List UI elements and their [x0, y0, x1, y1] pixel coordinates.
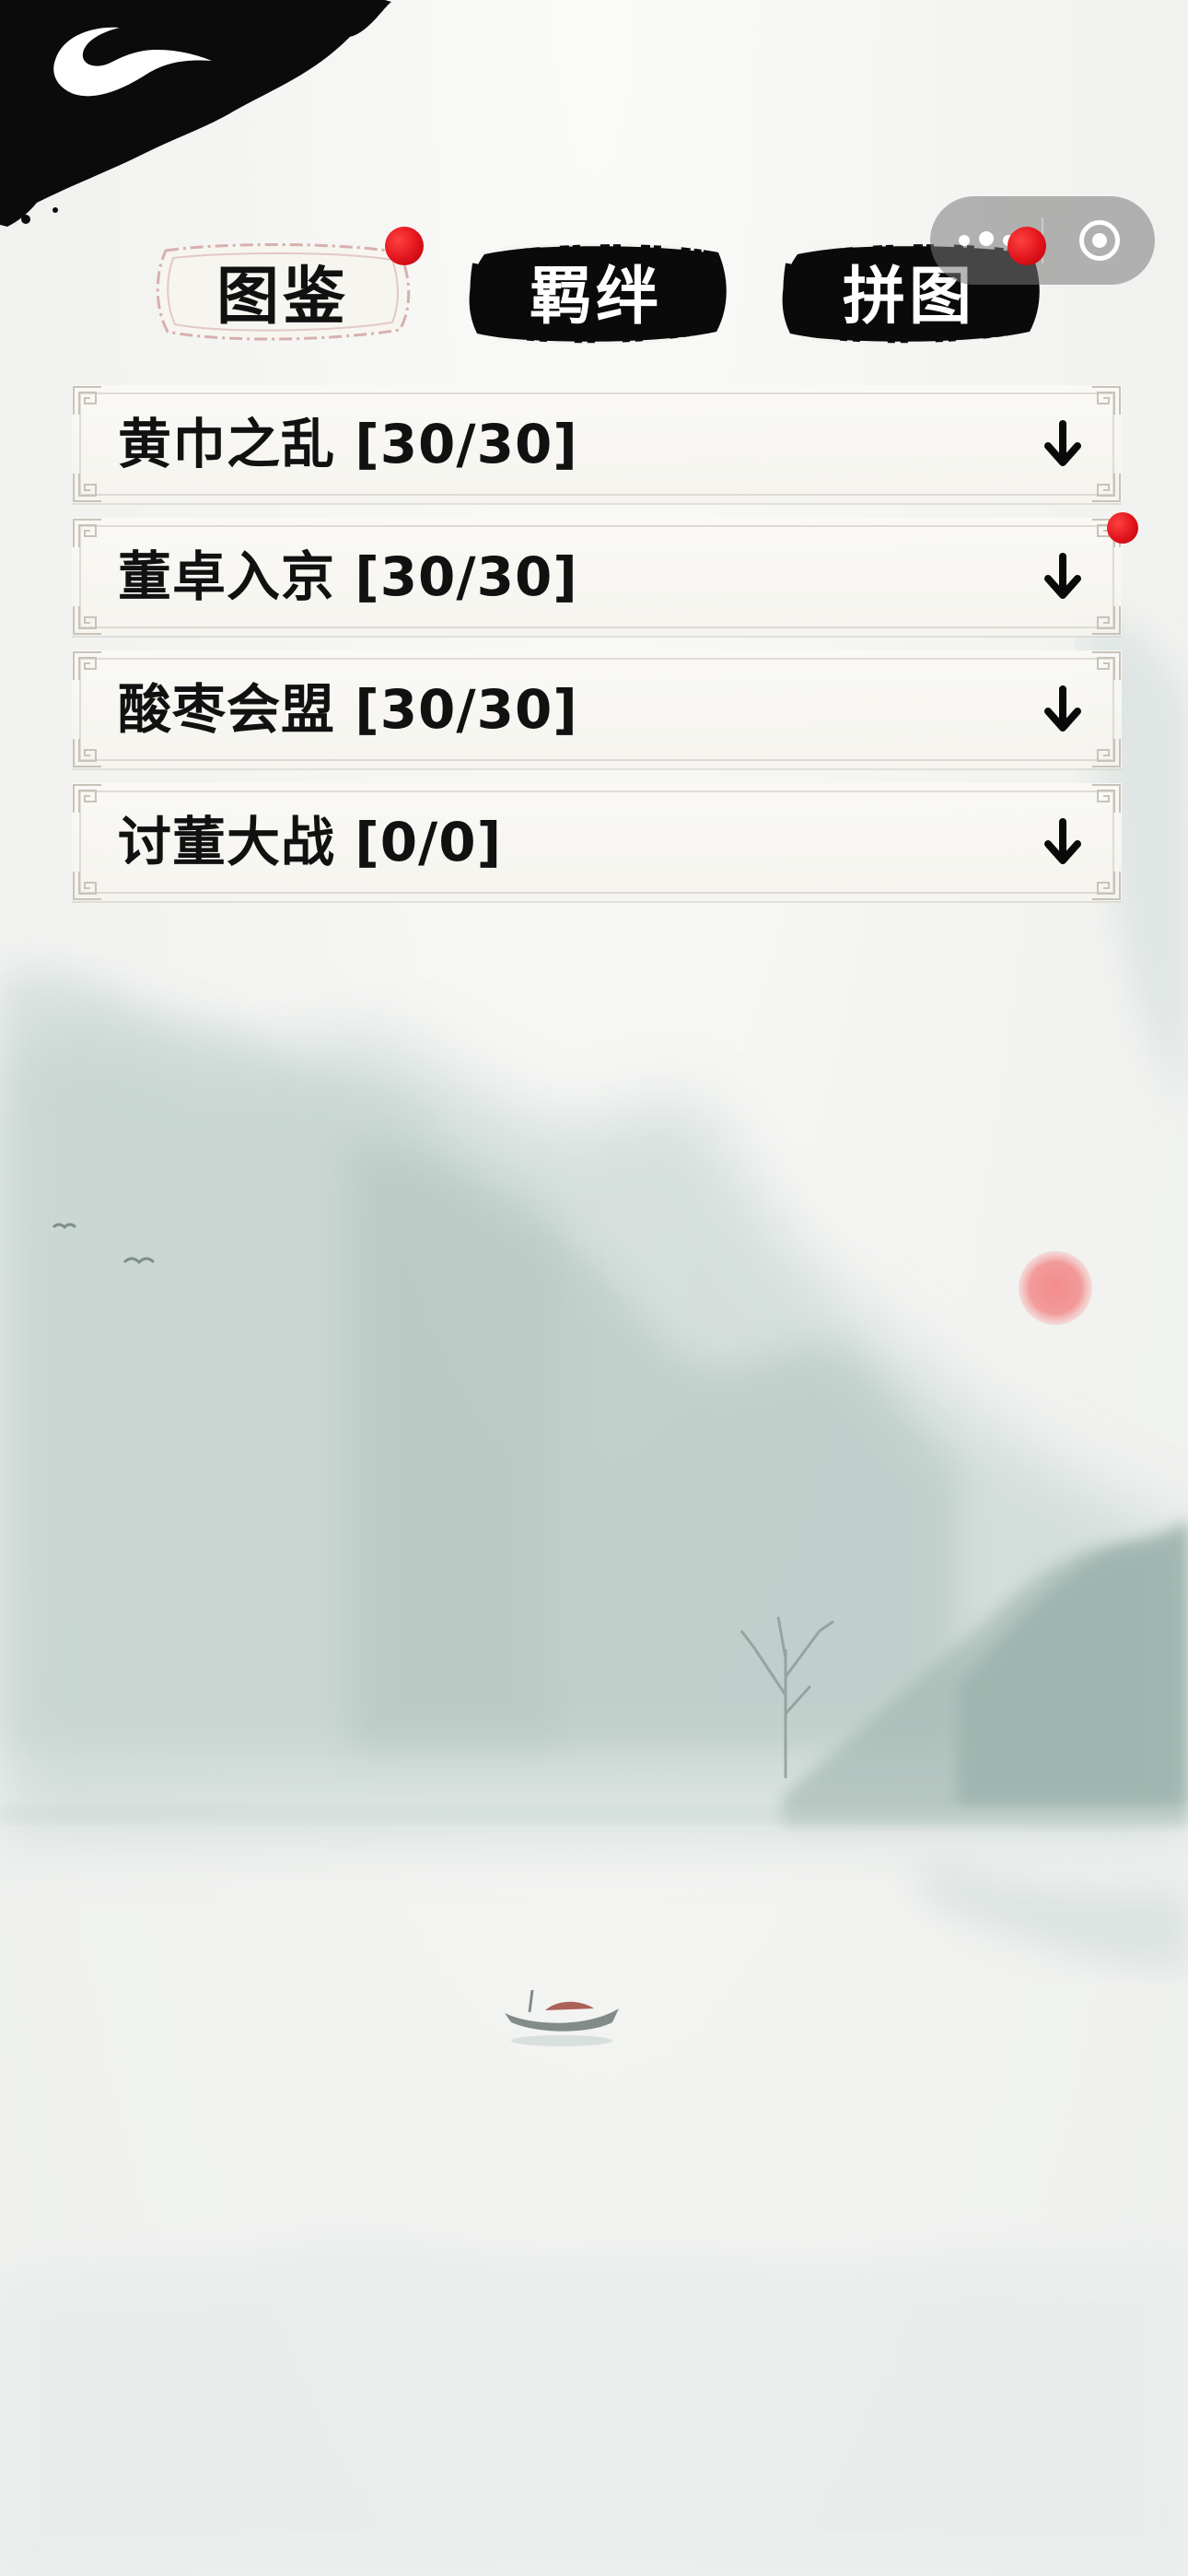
fret-corner: [73, 606, 101, 635]
red-sun: [1019, 1251, 1092, 1325]
fret-corner: [73, 474, 101, 502]
fret-corner: [1092, 606, 1121, 635]
fret-corner: [73, 784, 101, 813]
arrow-down-icon[interactable]: [1039, 685, 1087, 733]
fret-corner: [73, 651, 101, 680]
fret-corner: [1092, 784, 1121, 813]
chapter-title: 黄巾之乱 [30/30]: [118, 413, 578, 475]
chapter-list: 黄巾之乱 [30/30] 董卓入京 [30/30] 酸枣会盟 [30/30] 讨…: [72, 385, 1138, 916]
fret-corner: [1092, 651, 1121, 680]
back-logo-icon: [53, 27, 213, 97]
tab-jiban[interactable]: 羁绊: [462, 230, 729, 350]
tab-label: 羁绊: [529, 260, 662, 334]
chapter-title: 酸枣会盟 [30/30]: [118, 678, 578, 741]
page: 图鉴 羁绊 拼图 黄巾之乱 [30/30] 董卓入京 [30/30] 酸枣会盟 …: [0, 0, 1188, 2576]
fret-corner: [73, 739, 101, 767]
fret-corner: [1092, 474, 1121, 502]
fret-corner: [1092, 386, 1121, 415]
close-button[interactable]: [1043, 196, 1155, 285]
arrow-down-icon[interactable]: [1039, 420, 1087, 468]
fret-corner: [73, 519, 101, 547]
list-item[interactable]: 黄巾之乱 [30/30]: [72, 385, 1122, 503]
fret-corner: [73, 386, 101, 415]
fret-corner: [73, 872, 101, 900]
tab-badge-dot: [385, 227, 424, 265]
list-item[interactable]: 酸枣会盟 [30/30]: [72, 650, 1122, 768]
arrow-down-icon[interactable]: [1039, 553, 1087, 601]
back-button[interactable]: [18, 9, 230, 120]
chapter-title: 董卓入京 [30/30]: [118, 545, 578, 608]
fret-corner: [1092, 872, 1121, 900]
arrow-down-icon[interactable]: [1039, 818, 1087, 866]
chapter-title: 讨董大战 [0/0]: [118, 811, 503, 873]
tab-badge-dot: [1007, 227, 1046, 265]
tab-label: 图鉴: [215, 260, 349, 334]
tab-tujian[interactable]: 图鉴: [149, 227, 424, 350]
boat: [505, 1989, 619, 2046]
fret-corner: [1092, 739, 1121, 767]
chapter-badge-dot: [1107, 512, 1138, 544]
list-item[interactable]: 讨董大战 [0/0]: [72, 783, 1122, 901]
list-item[interactable]: 董卓入京 [30/30]: [72, 512, 1138, 636]
close-target-icon: [1078, 220, 1120, 261]
